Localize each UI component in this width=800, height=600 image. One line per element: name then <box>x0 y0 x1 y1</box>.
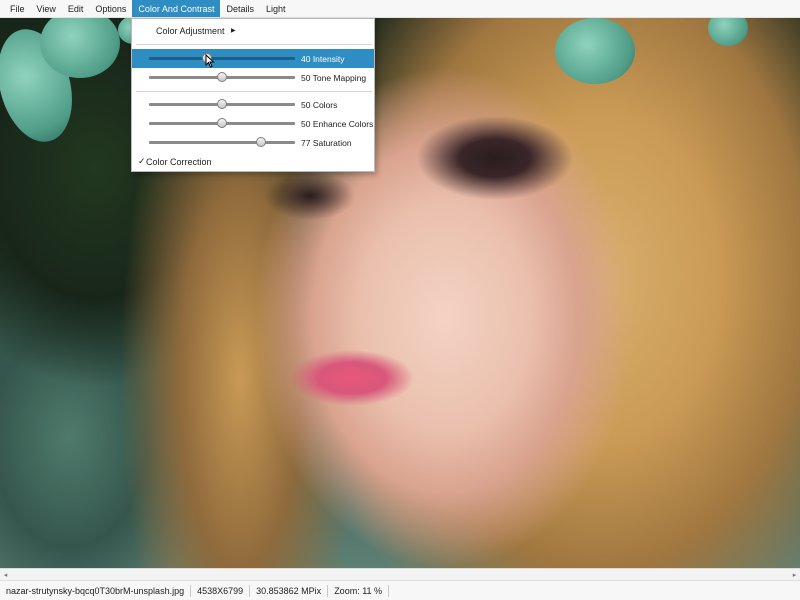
color-correction-label: Color Correction <box>146 156 212 167</box>
enhance-colors-slider-thumb[interactable] <box>217 118 227 128</box>
intensity-label: 40 Intensity <box>301 53 345 64</box>
scroll-left-arrow-icon[interactable]: ◂ <box>0 569 11 580</box>
leaf-decoration <box>708 18 748 46</box>
status-megapixels: 30.853862 MPix <box>256 585 322 596</box>
status-bar: nazar-strutynsky-bqcq0T30brM-unsplash.jp… <box>0 580 800 600</box>
leaf-decoration <box>555 18 635 84</box>
status-dimensions: 4538X6799 <box>197 585 244 596</box>
horizontal-scrollbar[interactable]: ◂ ▸ <box>0 568 800 580</box>
intensity-slider-track[interactable] <box>149 57 295 60</box>
colors-label: 50 Colors <box>301 99 338 110</box>
intensity-slider-row[interactable]: 40 Intensity <box>132 49 374 68</box>
color-adjustment-label: Color Adjustment <box>156 25 225 36</box>
menu-edit[interactable]: Edit <box>62 0 90 17</box>
menu-view[interactable]: View <box>31 0 62 17</box>
tone-mapping-slider-row[interactable]: 50 Tone Mapping <box>132 68 374 87</box>
menu-color-and-contrast[interactable]: Color And Contrast <box>132 0 221 17</box>
enhance-colors-label: 50 Enhance Colors <box>301 118 374 129</box>
saturation-slider-thumb[interactable] <box>256 137 267 147</box>
triangle-right-icon: ▶ <box>231 28 236 34</box>
menu-separator <box>136 91 372 92</box>
menu-details[interactable]: Details <box>220 0 260 17</box>
color-and-contrast-dropdown: Color Adjustment ▶ 40 Intensity 50 Tone … <box>131 18 375 172</box>
status-zoom: Zoom: 11 % <box>334 585 383 596</box>
color-adjustment-submenu[interactable]: Color Adjustment ▶ <box>132 21 374 40</box>
colors-slider-row[interactable]: 50 Colors <box>132 95 374 114</box>
saturation-slider-row[interactable]: 77 Saturation <box>132 133 374 152</box>
menu-options[interactable]: Options <box>89 0 132 17</box>
enhance-colors-slider-row[interactable]: 50 Enhance Colors <box>132 114 374 133</box>
menu-file[interactable]: File <box>0 0 31 17</box>
color-correction-item[interactable]: ✓ Color Correction <box>132 152 374 171</box>
colors-slider-thumb[interactable] <box>217 99 227 109</box>
menu-bar: File View Edit Options Color And Contras… <box>0 0 800 18</box>
menu-light[interactable]: Light <box>260 0 292 17</box>
scroll-right-arrow-icon[interactable]: ▸ <box>789 569 800 580</box>
tone-mapping-label: 50 Tone Mapping <box>301 72 367 83</box>
check-icon: ✓ <box>138 156 146 166</box>
image-canvas[interactable] <box>0 18 800 568</box>
saturation-label: 77 Saturation <box>301 137 352 148</box>
menu-separator <box>136 44 372 45</box>
status-filename: nazar-strutynsky-bqcq0T30brM-unsplash.jp… <box>6 585 185 596</box>
status-divider <box>388 584 390 597</box>
saturation-slider-track[interactable] <box>149 141 295 144</box>
tone-mapping-slider-thumb[interactable] <box>217 72 227 82</box>
